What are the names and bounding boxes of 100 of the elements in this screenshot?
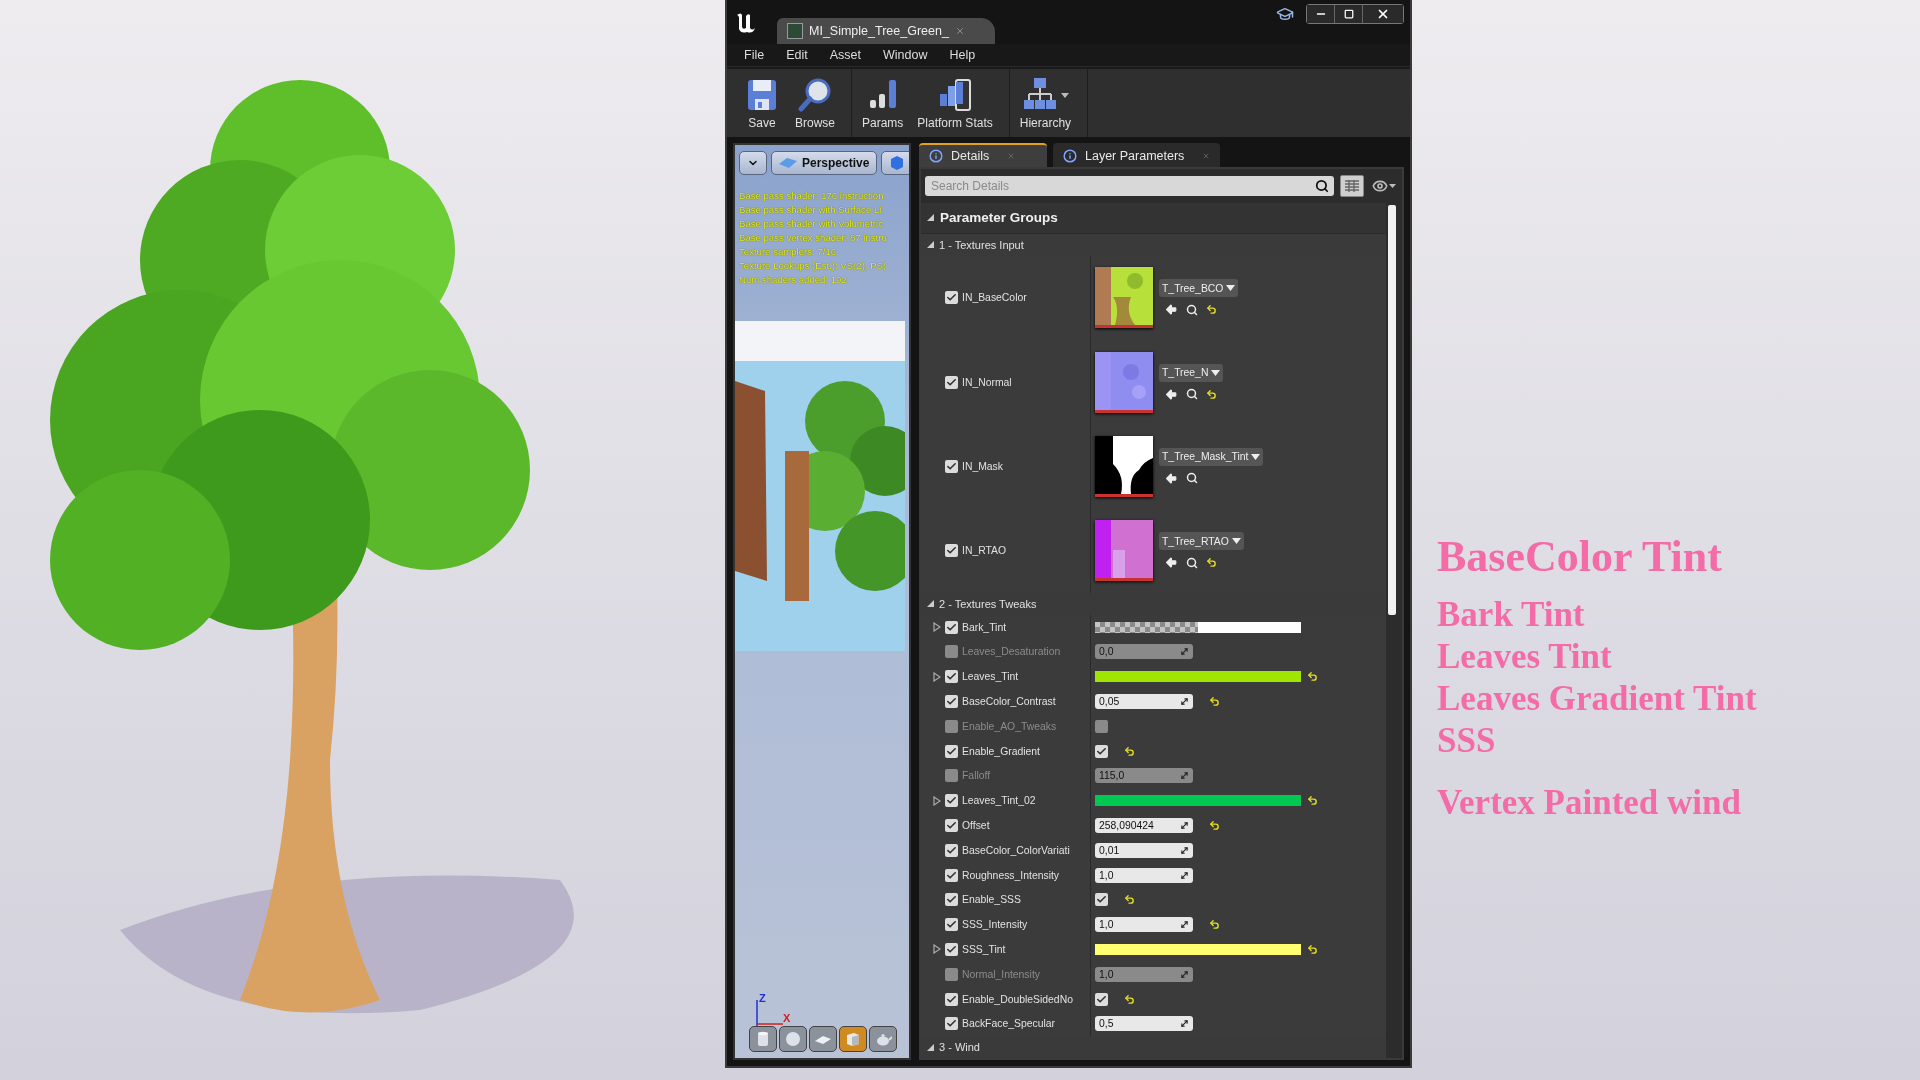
close-icon[interactable] bbox=[954, 26, 965, 36]
expand-arrow-icon[interactable] bbox=[933, 795, 941, 806]
checkbox[interactable] bbox=[945, 645, 958, 659]
search-icon[interactable] bbox=[1186, 556, 1198, 569]
scrollbar-thumb[interactable] bbox=[1388, 205, 1396, 615]
color-swatch-bar[interactable] bbox=[1095, 671, 1301, 683]
checkbox[interactable] bbox=[945, 769, 958, 783]
color-swatch-bar[interactable] bbox=[1095, 621, 1301, 633]
close-button[interactable] bbox=[1363, 5, 1403, 23]
asset-dropdown[interactable]: T_Tree_RTAO bbox=[1159, 532, 1244, 551]
checkbox[interactable] bbox=[945, 291, 958, 305]
search-field[interactable]: Search Details bbox=[925, 176, 1334, 196]
menu-item[interactable]: Window bbox=[873, 48, 937, 62]
perspective-button[interactable]: Perspective bbox=[771, 151, 878, 175]
checkbox[interactable] bbox=[1095, 893, 1108, 907]
toolbar-button[interactable]: Platform Stats bbox=[913, 74, 997, 132]
reset-icon[interactable] bbox=[1307, 795, 1318, 807]
checkbox[interactable] bbox=[945, 694, 958, 708]
view-options-button[interactable] bbox=[1340, 175, 1364, 197]
toolbar-button[interactable]: Save bbox=[739, 74, 785, 132]
menu-item[interactable]: Edit bbox=[777, 48, 817, 62]
preview-shape-button[interactable] bbox=[869, 1026, 897, 1052]
visibility-button[interactable] bbox=[1370, 178, 1398, 194]
reset-icon[interactable] bbox=[1209, 695, 1220, 707]
panel-tab[interactable]: Layer Parameters bbox=[1053, 143, 1221, 167]
color-swatch-bar[interactable] bbox=[1095, 943, 1301, 955]
arrow-left-icon[interactable] bbox=[1165, 303, 1178, 317]
checkbox[interactable] bbox=[945, 868, 958, 882]
checkbox[interactable] bbox=[945, 620, 958, 634]
reset-icon[interactable] bbox=[1307, 943, 1318, 955]
checkbox[interactable] bbox=[945, 1017, 958, 1031]
checkbox[interactable] bbox=[945, 942, 958, 956]
toolbar-button[interactable]: Params bbox=[858, 74, 908, 132]
search-icon[interactable] bbox=[1186, 472, 1198, 485]
search-icon[interactable] bbox=[1186, 388, 1198, 401]
expand-arrow-icon[interactable] bbox=[933, 944, 941, 955]
number-field[interactable]: 0,0 bbox=[1095, 644, 1193, 660]
reset-icon[interactable] bbox=[1124, 745, 1135, 757]
checkbox[interactable] bbox=[945, 843, 958, 857]
checkbox[interactable] bbox=[1095, 744, 1108, 758]
menu-item[interactable]: Asset bbox=[820, 48, 870, 62]
checkbox[interactable] bbox=[1095, 719, 1108, 733]
checkbox[interactable] bbox=[945, 992, 958, 1006]
arrow-left-icon[interactable] bbox=[1165, 471, 1178, 485]
reset-icon[interactable] bbox=[1206, 388, 1217, 400]
arrow-left-icon[interactable] bbox=[1165, 556, 1178, 570]
search-icon[interactable] bbox=[1315, 179, 1329, 193]
asset-dropdown[interactable]: T_Tree_N bbox=[1159, 363, 1224, 382]
checkbox[interactable] bbox=[945, 459, 958, 473]
asset-dropdown[interactable]: T_Tree_BCO bbox=[1159, 279, 1239, 298]
reset-icon[interactable] bbox=[1124, 993, 1135, 1005]
number-field[interactable]: 0,01 bbox=[1095, 842, 1193, 858]
menu-item[interactable]: File bbox=[735, 48, 774, 62]
reset-icon[interactable] bbox=[1206, 304, 1217, 316]
checkbox[interactable] bbox=[945, 375, 958, 389]
expand-arrow-icon[interactable] bbox=[927, 1043, 934, 1051]
toolbar-button[interactable]: Hierarchy bbox=[1015, 74, 1076, 132]
asset-dropdown[interactable]: T_Tree_Mask_Tint bbox=[1159, 447, 1264, 466]
checkbox[interactable] bbox=[945, 744, 958, 758]
checkbox[interactable] bbox=[945, 893, 958, 907]
checkbox[interactable] bbox=[945, 967, 958, 981]
checkbox[interactable] bbox=[945, 544, 958, 558]
toolbar-button[interactable]: Browse bbox=[791, 74, 839, 132]
number-field[interactable]: 0,05 bbox=[1095, 693, 1193, 709]
number-field[interactable]: 258,090424 bbox=[1095, 817, 1193, 833]
reset-icon[interactable] bbox=[1124, 894, 1135, 906]
expand-arrow-icon[interactable] bbox=[933, 671, 941, 682]
document-tab[interactable]: MI_Simple_Tree_Green_ bbox=[777, 18, 995, 44]
reset-icon[interactable] bbox=[1307, 671, 1318, 683]
checkbox[interactable] bbox=[945, 670, 958, 684]
number-field[interactable]: 1,0 bbox=[1095, 917, 1193, 933]
preview-shape-button[interactable] bbox=[809, 1026, 837, 1052]
number-field[interactable]: 0,5 bbox=[1095, 1016, 1193, 1032]
color-swatch-bar[interactable] bbox=[1095, 795, 1301, 807]
number-field[interactable]: 115,0 bbox=[1095, 768, 1193, 784]
search-icon[interactable] bbox=[1186, 303, 1198, 316]
arrow-left-icon[interactable] bbox=[1165, 387, 1178, 401]
collapse-arrow-icon[interactable] bbox=[927, 214, 934, 222]
number-field[interactable]: 1,0 bbox=[1095, 966, 1193, 982]
checkbox[interactable] bbox=[945, 719, 958, 733]
checkbox[interactable] bbox=[945, 794, 958, 808]
checkbox[interactable] bbox=[1095, 992, 1108, 1006]
reset-icon[interactable] bbox=[1209, 819, 1220, 831]
panel-tab[interactable]: Details bbox=[919, 143, 1047, 167]
reset-icon[interactable] bbox=[1206, 557, 1217, 569]
number-field[interactable]: 1,0 bbox=[1095, 867, 1193, 883]
maximize-button[interactable] bbox=[1335, 5, 1363, 23]
expand-arrow-icon[interactable] bbox=[927, 600, 934, 608]
minimize-button[interactable] bbox=[1307, 5, 1335, 23]
preview-shape-button[interactable] bbox=[749, 1026, 777, 1052]
expand-arrow-icon[interactable] bbox=[933, 622, 941, 633]
view-mode-button[interactable] bbox=[881, 151, 909, 175]
viewport-menu-button[interactable] bbox=[739, 151, 767, 175]
graduation-cap-icon[interactable] bbox=[1276, 5, 1294, 23]
menu-item[interactable]: Help bbox=[940, 48, 985, 62]
preview-shape-button[interactable] bbox=[779, 1026, 807, 1052]
checkbox[interactable] bbox=[945, 818, 958, 832]
expand-arrow-icon[interactable] bbox=[927, 241, 934, 249]
reset-icon[interactable] bbox=[1209, 919, 1220, 931]
preview-shape-button[interactable] bbox=[839, 1026, 867, 1052]
